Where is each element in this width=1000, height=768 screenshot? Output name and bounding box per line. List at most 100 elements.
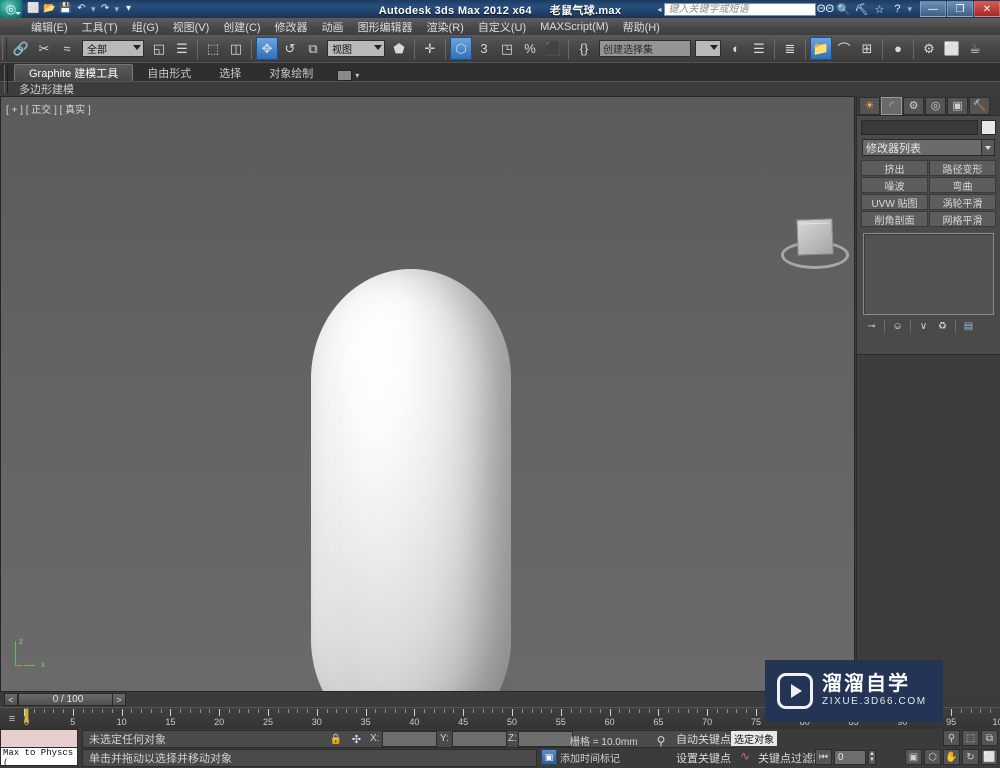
modifier-noise-button[interactable]: 噪波 [861,177,928,193]
pan-view-icon[interactable]: ✋ [943,749,960,765]
selection-set-icon[interactable]: ✣ [348,731,365,747]
binoculars-icon[interactable]: ΘΘ [816,1,834,17]
snaps-toggle-icon[interactable]: ⬡ [450,37,472,60]
modifier-list-dropdown[interactable]: 修改器列表 [862,139,995,156]
coord-x-input[interactable] [382,731,437,747]
zoom-region-icon[interactable]: ▣ [905,749,922,765]
named-selection-set-input[interactable]: 创建选择集 [599,40,691,57]
menu-animation[interactable]: 动画 [315,18,351,36]
motion-tab[interactable]: ◎ [925,96,946,115]
percent-snap-icon[interactable]: % [519,37,541,60]
selected-object-dropdown[interactable]: 选定对象 [731,731,777,746]
exchange-icon[interactable]: ⛏ [852,1,870,17]
zoom-all-icon[interactable]: ⬚ [962,730,979,746]
spinner-snap-icon[interactable]: ⬛ [542,37,564,60]
search-input[interactable]: 键入关键字或短语 [664,2,817,16]
menu-group[interactable]: 组(G) [125,18,166,36]
menu-customize[interactable]: 自定义(U) [471,18,533,36]
maximize-viewport-icon[interactable]: ⬜ [981,749,998,765]
select-by-name-icon[interactable]: ☰ [171,37,193,60]
rectangular-select-region-icon[interactable]: ⬚ [202,37,224,60]
undo-icon[interactable]: ↶ [74,2,89,17]
view-cube[interactable] [781,218,851,271]
utilities-tab[interactable]: 🔨 [969,96,990,115]
goto-start-icon[interactable]: ⏮ [815,749,832,765]
align-icon[interactable]: ☰ [748,37,770,60]
remove-modifier-icon[interactable]: ♻ [934,319,951,334]
modifier-path-deform-button[interactable]: 路径变形 [929,160,996,176]
graphite-toggle-icon[interactable]: 📁 [810,37,832,60]
menu-maxscript[interactable]: MAXScript(M) [533,20,615,34]
favorite-star-icon[interactable]: ☆ [870,1,888,17]
zoom-icon[interactable]: ⚲ [943,730,960,746]
help-dropdown-icon[interactable]: ▾ [906,4,913,15]
reference-coordinate-system-dropdown[interactable]: 视图 [327,40,385,57]
new-file-icon[interactable]: ⬜ [26,2,41,17]
select-and-link-icon[interactable]: 🔗 [10,37,32,60]
add-time-tag-label[interactable]: 添加时间标记 [560,750,620,765]
modifier-bend-button[interactable]: 弯曲 [929,177,996,193]
display-tab[interactable]: ▣ [947,96,968,115]
coord-z-input[interactable] [518,731,573,747]
maxscript-output[interactable]: Max to Physcs ( [0,748,78,766]
material-editor-icon[interactable]: ● [887,37,909,60]
tab-graphite-modeling-tools[interactable]: Graphite 建模工具 [14,64,134,81]
maximize-button[interactable]: ❐ [947,1,973,17]
ribbon-display-icon[interactable] [337,70,353,81]
menu-tools[interactable]: 工具(T) [75,18,125,36]
frame-spinner[interactable]: ▲ ▼ [868,749,876,765]
tab-selection[interactable]: 选择 [205,64,255,81]
time-tag-icon[interactable]: ▣ [541,749,557,765]
modify-tab[interactable]: ◜ [881,96,902,115]
object-name-input[interactable] [861,120,978,135]
render-setup-icon[interactable]: ⚙ [918,37,940,60]
viewport-orthographic[interactable]: [ + ] [ 正交 ] [ 真实 ] z x [0,96,855,692]
pin-stack-icon[interactable]: ⊸ [863,319,880,334]
create-tab[interactable]: ☀ [859,96,880,115]
object-color-swatch[interactable] [981,120,996,135]
key-mode-toggle-icon[interactable]: ⚲ [650,733,672,749]
schematic-view-icon[interactable]: ⊞ [856,37,878,60]
coord-y-input[interactable] [452,731,507,747]
key-curve-icon[interactable]: ∿ [740,749,750,763]
select-and-move-icon[interactable]: ✥ [256,37,278,60]
use-pivot-center-icon[interactable]: ⬟ [388,37,410,60]
view-cube-cube[interactable] [796,218,834,256]
modifier-meshsmooth-button[interactable]: 网格平滑 [929,211,996,227]
viewport-label[interactable]: [ + ] [ 正交 ] [ 真实 ] [6,101,91,116]
modifier-turbosmooth-button[interactable]: 涡轮平滑 [929,194,996,210]
modifier-bevel-profile-button[interactable]: 削角剖面 [861,211,928,227]
orbit-icon[interactable]: ↻ [962,749,979,765]
subtab-polygon-modeling[interactable]: 多边形建模 [14,81,79,97]
modifier-stack-list[interactable] [863,233,994,315]
select-and-rotate-icon[interactable]: ↺ [279,37,301,60]
help-circle-icon[interactable]: ? [888,1,906,17]
infocenter-caret-icon[interactable]: ◂ [654,5,664,14]
close-button[interactable]: ✕ [974,1,1000,17]
current-frame-input[interactable]: 0 [834,749,866,765]
select-and-scale-icon[interactable]: ⧉ [302,37,324,60]
lock-selection-icon[interactable]: 🔒 [328,732,344,747]
rendered-frame-window-icon[interactable]: ⬜ [941,37,963,60]
qat-more-icon[interactable]: ▾ [121,2,136,17]
modifier-extrude-button[interactable]: 挤出 [861,160,928,176]
application-menu-button[interactable]: ◎ [0,0,22,18]
edit-named-selection-icon[interactable]: {} [573,37,595,60]
menu-create[interactable]: 创建(C) [216,18,267,36]
time-slider[interactable]: 0 / 100 [18,693,118,706]
menu-graph-editors[interactable]: 图形编辑器 [351,18,420,36]
set-key-button[interactable]: 设置关键点 [676,750,731,766]
configure-modifier-sets-icon[interactable]: ▤ [960,319,977,334]
named-selection-dropdown[interactable] [695,40,721,57]
snap-degree-icon[interactable]: 3 [473,37,495,60]
menu-help[interactable]: 帮助(H) [616,18,667,36]
bind-to-space-warp-icon[interactable]: ≈ [56,37,78,60]
select-object-icon[interactable]: ◱ [148,37,170,60]
menu-modifiers[interactable]: 修改器 [268,18,315,36]
chevron-down-icon[interactable]: ▾ [355,71,359,80]
maxscript-mini-listener[interactable]: Max to Physcs ( [0,729,78,767]
next-frame-button[interactable]: > [112,693,126,706]
unlink-selection-icon[interactable]: ✂ [33,37,55,60]
menu-edit[interactable]: 编辑(E) [24,18,75,36]
layer-manager-icon[interactable]: ≣ [779,37,801,60]
